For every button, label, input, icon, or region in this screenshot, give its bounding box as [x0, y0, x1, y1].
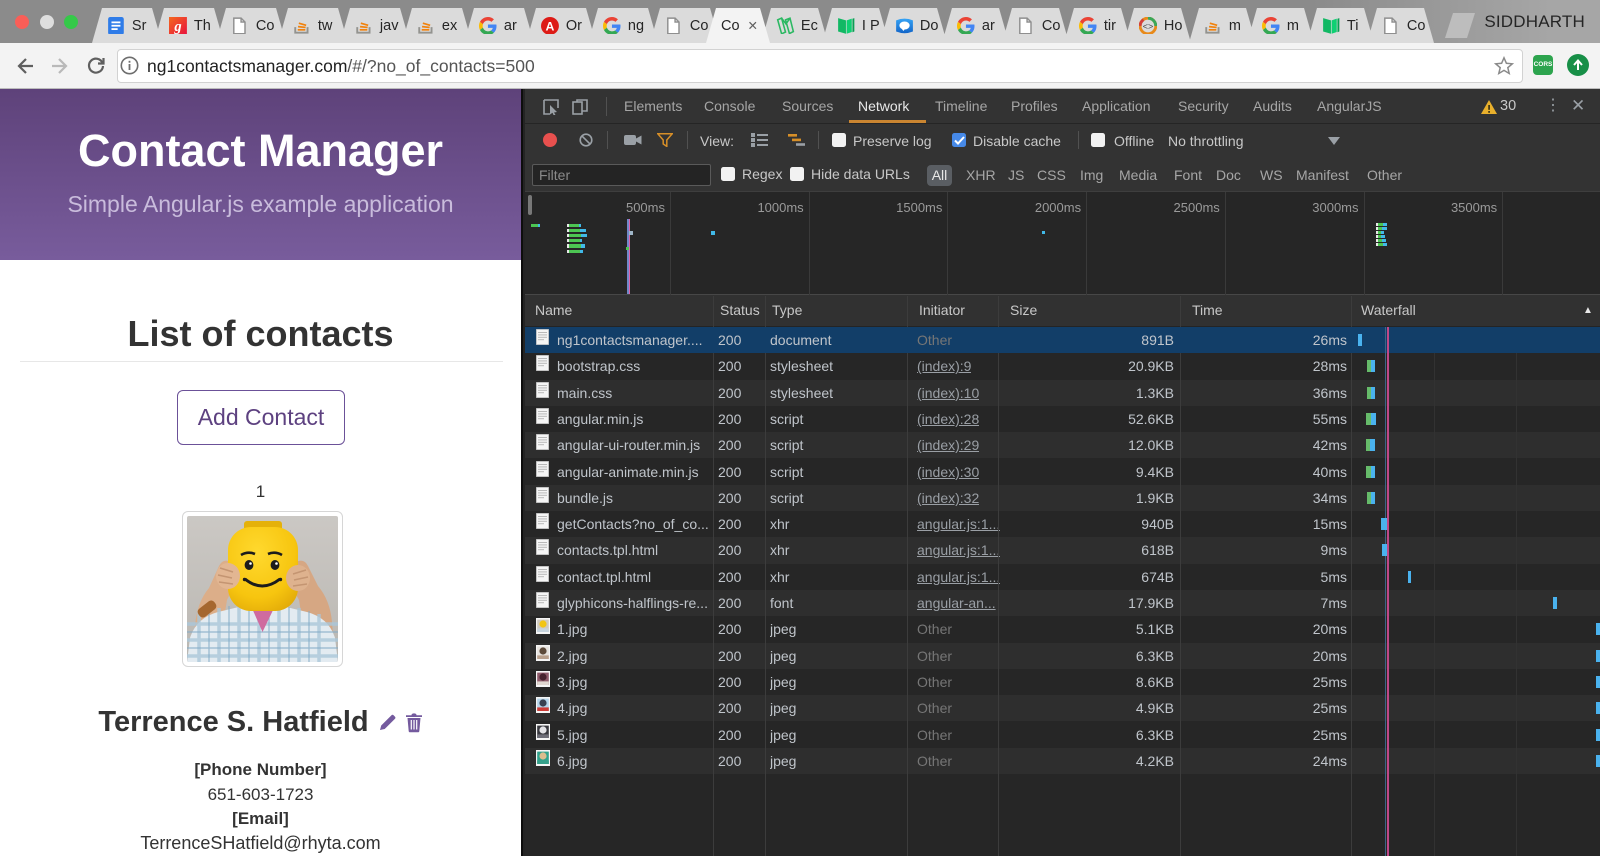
svg-text:g: g — [173, 19, 181, 35]
svg-text:A: A — [546, 19, 555, 33]
svg-text:<>: <> — [1143, 21, 1153, 31]
